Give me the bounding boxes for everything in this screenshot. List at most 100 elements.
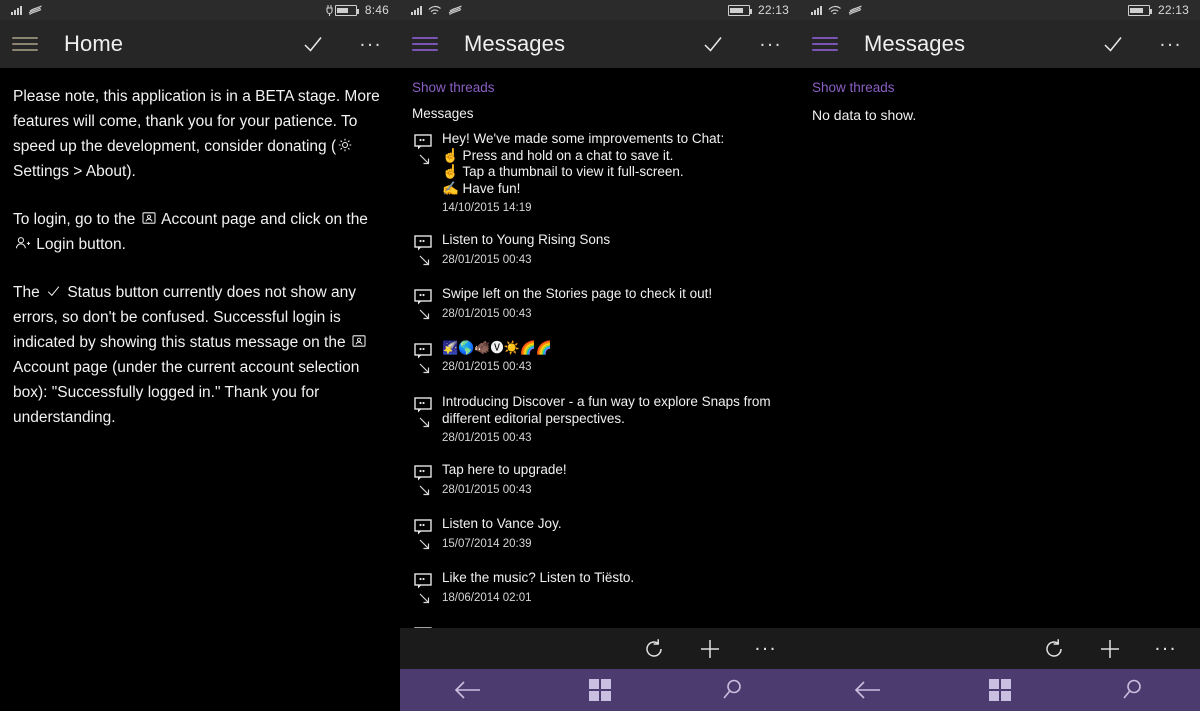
speech-bubble-icon — [414, 519, 432, 535]
message-body: Hey! We've made some improvements to Cha… — [442, 131, 790, 214]
show-threads-link[interactable]: Show threads — [800, 68, 1200, 95]
list-item[interactable]: Like the music? Listen to Tiësto. 18/06/… — [400, 570, 800, 606]
refresh-button[interactable] — [1026, 628, 1082, 669]
refresh-icon — [1046, 638, 1062, 657]
beta-notice-paragraph: Please note, this application is in a BE… — [13, 84, 386, 184]
status-explanation-paragraph: The Status button currently does not sho… — [13, 280, 386, 430]
signal-icon — [811, 5, 822, 15]
incoming-arrow-icon — [419, 363, 430, 374]
message-body: Listen to Young Rising Sons 28/01/2015 0… — [442, 232, 790, 268]
status-text-1: The — [13, 284, 45, 301]
more-button[interactable]: ... — [738, 628, 794, 669]
status-button[interactable] — [1084, 20, 1142, 68]
search-icon — [723, 679, 742, 699]
plus-icon — [701, 639, 719, 658]
status-button[interactable] — [284, 20, 342, 68]
checkmark-icon — [1104, 37, 1122, 52]
plus-icon — [1101, 639, 1119, 658]
start-button[interactable] — [933, 669, 1066, 711]
windows-logo-icon — [988, 679, 1011, 701]
list-item[interactable]: Swipe left on the Stories page to check … — [400, 286, 800, 322]
list-item[interactable]: Tap here to upgrade! 28/01/2015 00:43 — [400, 462, 800, 498]
status-right: 22:13 — [1127, 3, 1189, 17]
show-threads-link[interactable]: Show threads — [400, 68, 800, 95]
empty-state-message: No data to show. — [812, 107, 917, 123]
messages-list[interactable]: Hey! We've made some improvements to Cha… — [400, 131, 800, 638]
status-button[interactable] — [684, 20, 742, 68]
page-title: Home — [64, 31, 124, 56]
message-timestamp: 28/01/2015 00:43 — [442, 253, 532, 266]
start-button[interactable] — [533, 669, 666, 711]
list-item[interactable]: 🌠🌎🐗🅥☀️🌈🌈 28/01/2015 00:43 — [400, 340, 800, 376]
add-person-icon — [15, 237, 31, 249]
incoming-arrow-icon — [419, 417, 430, 428]
contact-card-icon — [142, 212, 156, 224]
status-clock: 22:13 — [1157, 3, 1189, 17]
login-instructions-paragraph: To login, go to the Account page and cli… — [13, 207, 386, 257]
message-text: Tap here to upgrade! — [442, 462, 567, 477]
message-gutter — [414, 516, 442, 552]
message-text: Listen to Vance Joy. — [442, 516, 562, 531]
status-bar-mid: 22:13 — [400, 0, 800, 20]
gear-icon — [338, 138, 352, 152]
message-text: Swipe left on the Stories page to check … — [442, 286, 713, 301]
message-gutter — [414, 340, 442, 376]
checkmark-icon — [704, 37, 722, 52]
search-button[interactable] — [667, 669, 800, 711]
app-bar-mid: Messages ... — [400, 20, 800, 68]
message-gutter — [414, 286, 442, 322]
status-clock: 22:13 — [757, 3, 789, 17]
message-timestamp: 28/01/2015 00:43 — [442, 361, 532, 373]
app-bar-actions-right: ... — [1084, 20, 1200, 68]
page-title: Messages — [464, 31, 566, 56]
hamburger-icon[interactable] — [812, 31, 838, 57]
login-text-3: Login button. — [32, 236, 126, 253]
incoming-arrow-icon — [419, 539, 430, 550]
battery-icon — [727, 4, 753, 16]
incoming-arrow-icon — [419, 485, 430, 496]
status-right: 22:13 — [727, 3, 789, 17]
more-button[interactable]: ... — [1138, 628, 1194, 669]
signal-icon — [11, 5, 22, 15]
more-button[interactable]: ... — [342, 20, 400, 68]
search-button[interactable] — [1067, 669, 1200, 711]
hamburger-icon[interactable] — [12, 31, 38, 57]
list-item[interactable]: Listen to Vance Joy. 15/07/2014 20:39 — [400, 516, 800, 552]
speech-bubble-icon — [414, 397, 432, 413]
refresh-icon — [646, 638, 662, 657]
message-body: Swipe left on the Stories page to check … — [442, 286, 790, 322]
back-button[interactable] — [400, 669, 533, 711]
status-indicators — [411, 4, 463, 16]
message-gutter — [414, 462, 442, 498]
message-text: Introducing Discover - a fun way to expl… — [442, 394, 771, 426]
plug-icon — [326, 4, 333, 16]
message-text: Listen to Young Rising Sons — [442, 232, 611, 247]
list-item[interactable]: Listen to Young Rising Sons 28/01/2015 0… — [400, 232, 800, 268]
status-text-2: Status button currently does not show an… — [13, 284, 356, 351]
status-bar-left: 8:46 — [0, 0, 400, 20]
list-item[interactable]: Introducing Discover - a fun way to expl… — [400, 394, 800, 444]
back-button[interactable] — [800, 669, 933, 711]
more-button[interactable]: ... — [742, 20, 800, 68]
message-body: Listen to Vance Joy. 15/07/2014 20:39 — [442, 516, 790, 552]
message-gutter — [414, 232, 442, 268]
search-icon — [1123, 679, 1142, 699]
more-button[interactable]: ... — [1142, 20, 1200, 68]
message-text: Hey! We've made some improvements to Cha… — [442, 131, 725, 146]
hamburger-icon[interactable] — [412, 31, 438, 57]
add-button[interactable] — [682, 628, 738, 669]
list-item[interactable]: Hey! We've made some improvements to Cha… — [400, 131, 800, 214]
refresh-button[interactable] — [626, 628, 682, 669]
message-gutter — [414, 394, 442, 444]
panel-messages-list: 22:13 Messages ... Show threads Messages — [400, 0, 800, 711]
panel-messages-empty: 22:13 Messages ... Show threads No data … — [800, 0, 1200, 711]
data-waves-icon — [28, 5, 42, 15]
message-text: Like the music? Listen to Tiësto. — [442, 570, 635, 585]
data-waves-icon — [848, 5, 862, 15]
message-body: 🌠🌎🐗🅥☀️🌈🌈 28/01/2015 00:43 — [442, 340, 790, 376]
status-bar-right: 22:13 — [800, 0, 1200, 20]
message-text: ☝ Tap a thumbnail to view it full-screen… — [442, 164, 684, 179]
add-button[interactable] — [1082, 628, 1138, 669]
message-timestamp: 15/07/2014 20:39 — [442, 537, 532, 550]
checkmark-icon — [47, 286, 60, 297]
